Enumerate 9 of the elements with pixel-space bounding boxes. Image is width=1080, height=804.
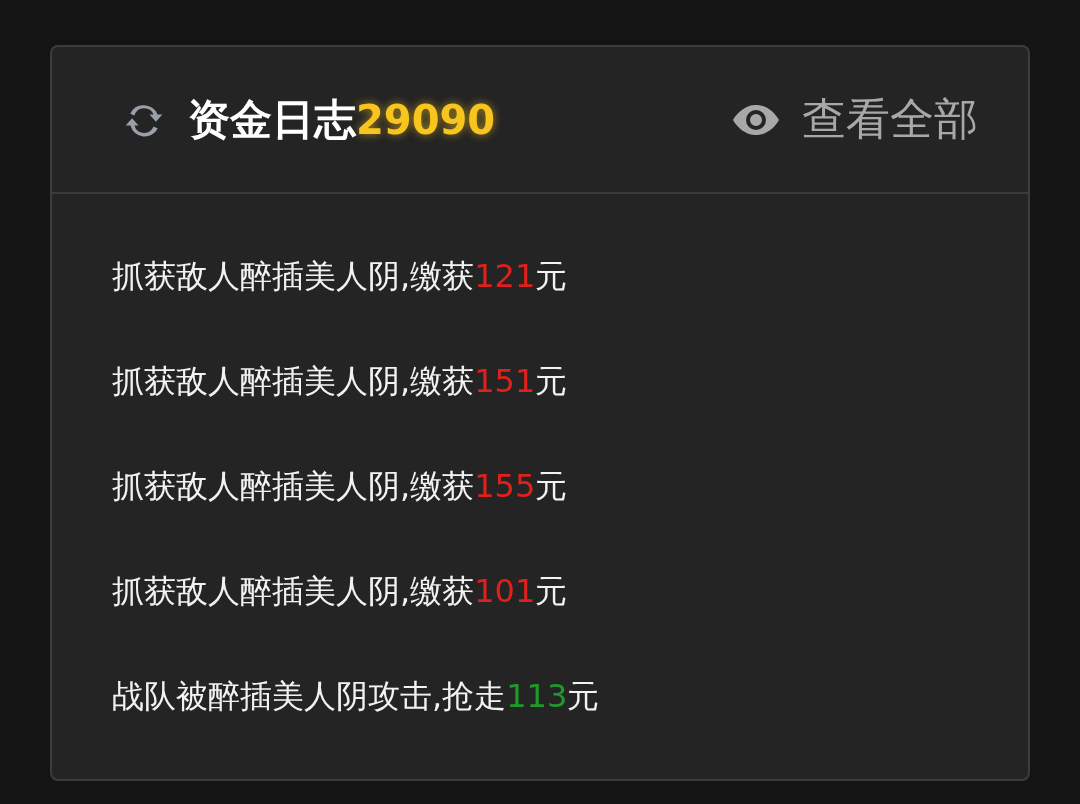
panel-title: 资金日志 (188, 93, 356, 146)
log-entry: 抓获敌人醉插美人阴,缴获101元 (112, 570, 568, 612)
log-entry: 抓获敌人醉插美人阴,缴获151元 (112, 360, 568, 402)
fund-total: 29090 (356, 96, 496, 143)
log-entry: 抓获敌人醉插美人阴,缴获121元 (112, 255, 568, 297)
view-all-link[interactable]: 查看全部 (802, 90, 978, 149)
log-entry: 抓获敌人醉插美人阴,缴获155元 (112, 465, 568, 507)
log-entry: 战队被醉插美人阴攻击,抢走113元 (112, 675, 600, 717)
eye-icon[interactable] (732, 102, 780, 137)
